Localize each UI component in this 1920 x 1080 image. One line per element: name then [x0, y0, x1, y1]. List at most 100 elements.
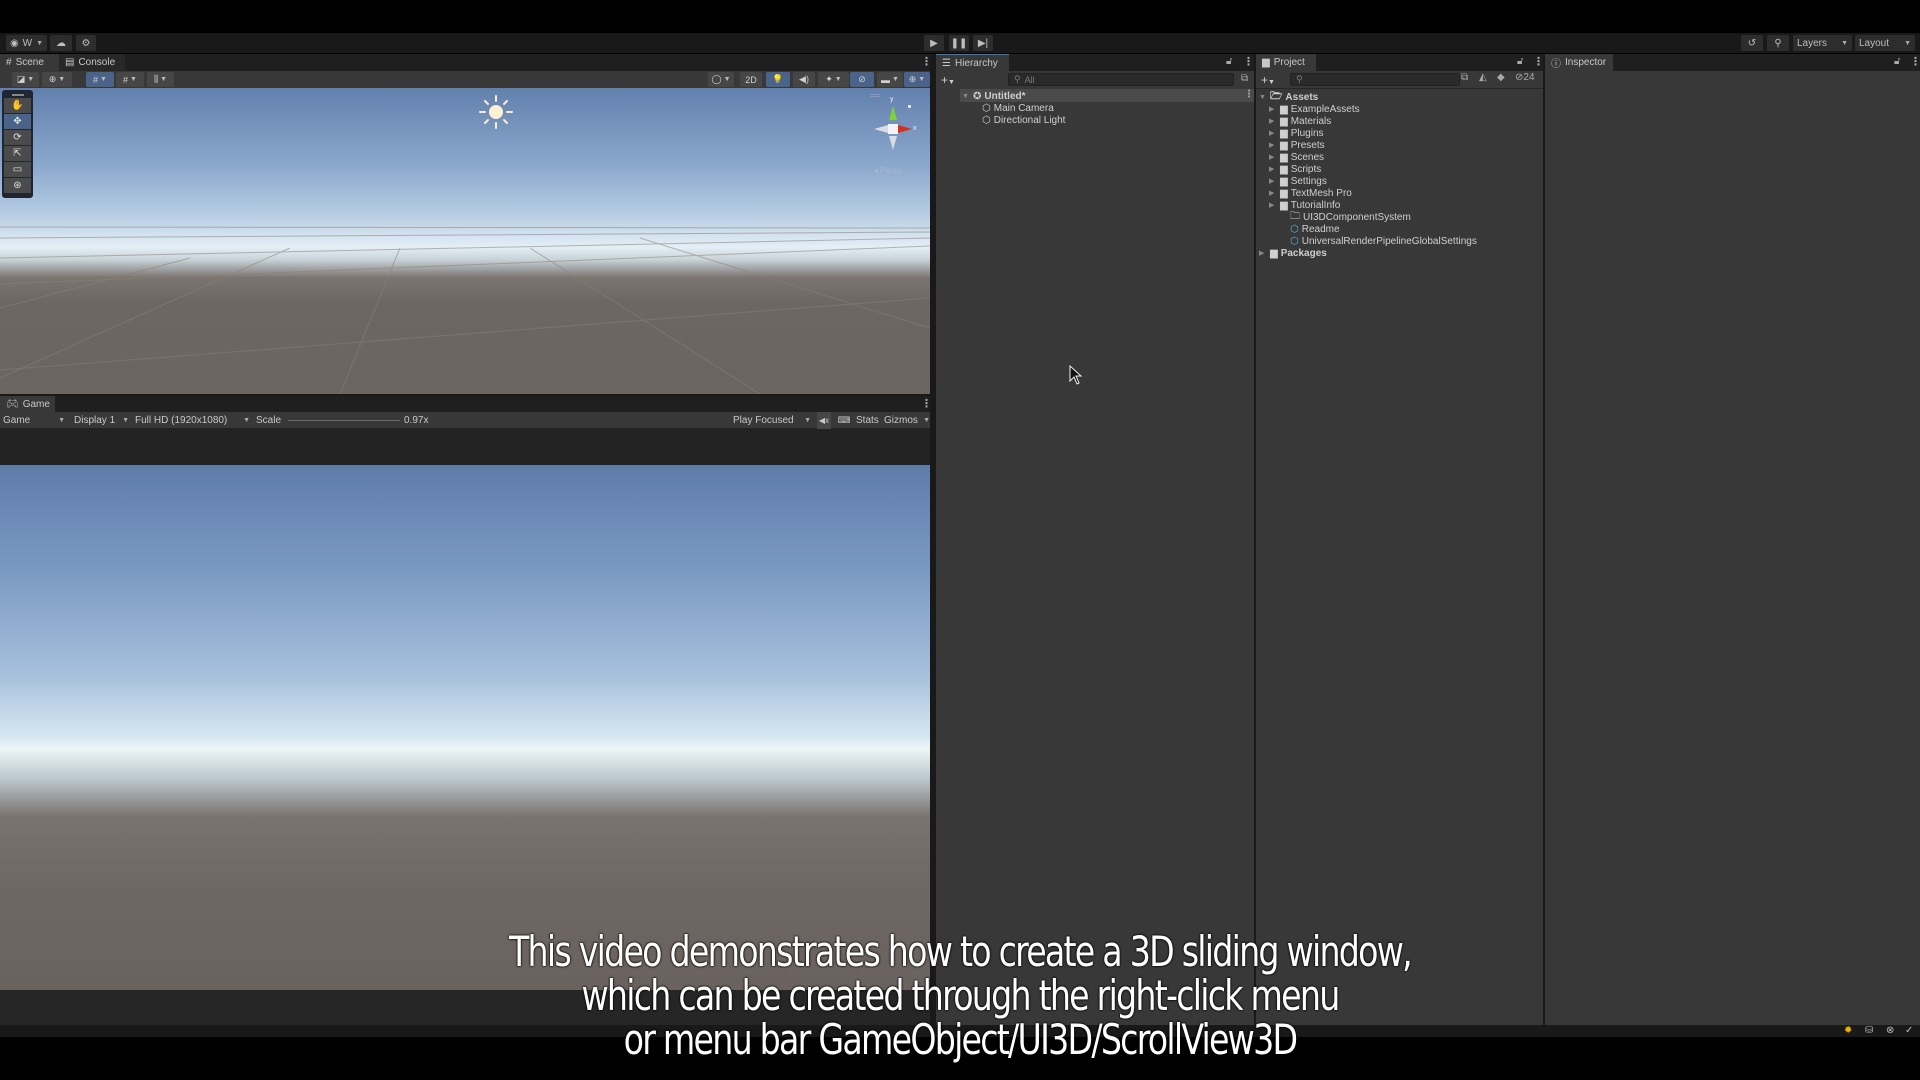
search-button[interactable]: ⚲ — [1767, 35, 1789, 51]
project-folder-presets[interactable]: ▶ ▆ Presets — [1269, 139, 1325, 151]
display-select[interactable]: Display 1 ▼ — [74, 412, 129, 429]
project-asset-readme[interactable]: ⬡ Readme — [1279, 223, 1340, 235]
orientation-gizmo[interactable]: y x ◂ Persp — [868, 94, 918, 175]
account-dropdown[interactable]: ◉ W ▼ — [6, 35, 47, 51]
expand-arrow-icon[interactable]: ▶ — [1259, 249, 1267, 257]
2d-toggle[interactable]: 2D — [740, 72, 762, 87]
layers-label: Layers — [1797, 37, 1828, 49]
gizmo-y-axis[interactable] — [889, 106, 897, 120]
effects-dropdown[interactable]: ✦ ▼ — [818, 72, 849, 87]
expand-arrow-icon[interactable]: ▶ — [1269, 153, 1277, 161]
cloud-button[interactable]: ☁ — [50, 35, 72, 51]
transform-tool[interactable]: ⊛ — [4, 178, 31, 193]
game-mode-select[interactable]: Game ▼ — [3, 412, 65, 429]
project-folder-scenes[interactable]: ▶ ▆ Scenes — [1269, 151, 1324, 163]
expand-arrow-icon[interactable]: ▶ — [1269, 129, 1277, 137]
services-button[interactable]: ⚙ — [76, 35, 96, 51]
rotate-tool[interactable]: ⟳ — [4, 130, 31, 145]
project-folder-plugins[interactable]: ▶ ▆ Plugins — [1269, 127, 1324, 139]
play-mode-select[interactable]: Play Focused ▼ — [733, 412, 811, 429]
layers-dropdown[interactable]: Layers ▼ — [1793, 35, 1852, 51]
project-add-button[interactable]: +▼ — [1261, 73, 1275, 87]
lock-icon[interactable]: 🔓︎ — [1517, 56, 1523, 67]
scene-row-menu-icon[interactable]: ⋮ — [1244, 89, 1254, 100]
project-folder-ui3dcomponentsystem[interactable]: 🗀 UI3DComponentSystem — [1279, 211, 1411, 223]
scale-slider[interactable] — [288, 420, 400, 421]
lock-icon[interactable]: 🔓︎ — [1226, 56, 1232, 67]
scene-row-content[interactable]: ▼ ✪ Untitled* — [962, 90, 1026, 102]
hidden-packages-toggle[interactable]: ⊘24 — [1515, 72, 1535, 83]
project-folder-materials[interactable]: ▶ ▆ Materials — [1269, 115, 1331, 127]
expand-arrow-icon[interactable]: ▶ — [1269, 117, 1277, 125]
inspector-menu-icon[interactable]: ⋮ — [1910, 55, 1920, 68]
history-button[interactable]: ↺ — [1741, 35, 1763, 51]
resolution-select[interactable]: Full HD (1920x1080) ▼ — [135, 412, 250, 429]
expand-arrow-icon[interactable]: ▶ — [1269, 165, 1277, 173]
hierarchy-item-directional-light[interactable]: ⬡ Directional Light — [982, 114, 1065, 126]
projection-label[interactable]: ◂ Persp — [874, 166, 901, 175]
project-folder-tutorialinfo[interactable]: ▶ ▆ TutorialInfo — [1269, 199, 1340, 211]
global-local-dropdown[interactable]: ⊕ ▼ — [42, 72, 72, 87]
game-gizmos-dropdown[interactable]: Gizmos ▼ — [884, 412, 930, 429]
project-root-assets[interactable]: ▼ 🗁 Assets — [1259, 91, 1318, 103]
gizmos-dropdown[interactable]: ⊕ ▼ — [904, 72, 930, 87]
hierarchy-search-input[interactable]: ⚲ All — [1008, 73, 1234, 86]
search-by-type-button[interactable]: ⧉ — [1461, 72, 1468, 83]
hierarchy-menu-icon[interactable]: ⋮ — [1243, 55, 1254, 68]
align-dropdown[interactable]: ⫼ ▼ — [147, 72, 174, 87]
move-tool[interactable]: ✥ — [4, 114, 31, 129]
folder-label: Settings — [1290, 175, 1327, 187]
shortcuts-toggle[interactable]: ⌨ — [836, 412, 852, 429]
expand-arrow-icon[interactable]: ▶ — [1269, 177, 1277, 185]
gizmo-neg-y-axis[interactable] — [889, 136, 897, 150]
audio-toggle[interactable]: ◀) — [793, 72, 815, 87]
expand-arrow-icon[interactable]: ▶ — [1269, 189, 1277, 197]
pause-button[interactable]: ❚❚ — [949, 35, 969, 51]
expand-arrow-icon[interactable]: ▼ — [962, 93, 970, 100]
expand-arrow-icon[interactable]: ▶ — [1269, 105, 1277, 113]
play-button[interactable]: ▶ — [924, 35, 944, 51]
project-asset-urp-global-settings[interactable]: ⬡ UniversalRenderPipelineGlobalSettings — [1279, 235, 1477, 247]
increment-snap-dropdown[interactable]: # ▼ — [116, 72, 144, 87]
tab-console[interactable]: ▤ Console — [59, 54, 125, 71]
scene-visibility-button[interactable]: ⧉ — [1241, 73, 1248, 84]
hidden-objects-toggle[interactable]: ⊘ — [850, 72, 874, 87]
tab-inspector[interactable]: ⓘ Inspector — [1545, 54, 1613, 71]
expand-arrow-icon[interactable]: ▼ — [1259, 94, 1267, 101]
lock-icon[interactable]: 🔓︎ — [1894, 56, 1900, 67]
mute-audio-toggle[interactable]: ◀x — [817, 412, 831, 429]
hierarchy-item-main-camera[interactable]: ⬡ Main Camera — [982, 102, 1054, 114]
step-button[interactable]: ▶| — [973, 35, 993, 51]
grid-snap-dropdown[interactable]: # ▼ — [86, 72, 114, 87]
gizmo-center-cube[interactable] — [888, 124, 898, 134]
tab-project[interactable]: ▆ Project — [1256, 54, 1316, 71]
hierarchy-add-button[interactable]: +▼ — [941, 73, 955, 87]
tab-game[interactable]: 🎮︎ Game — [0, 396, 55, 413]
expand-arrow-icon[interactable]: ▶ — [1269, 201, 1277, 209]
stats-button[interactable]: Stats — [856, 412, 879, 429]
gizmo-neg-x-axis[interactable] — [874, 125, 888, 133]
tool-handle-dropdown[interactable]: ◪ ▼ — [12, 72, 39, 87]
layout-dropdown[interactable]: Layout ▼ — [1855, 35, 1915, 51]
scene-view[interactable]: ✋ ✥ ⟳ ⇱ ▭ ⊛ y x ◂ Persp — [0, 88, 930, 394]
rect-tool[interactable]: ▭ — [4, 162, 31, 177]
expand-arrow-icon[interactable]: ▶ — [1269, 141, 1277, 149]
project-folder-scripts[interactable]: ▶ ▆ Scripts — [1269, 163, 1321, 175]
tab-hierarchy[interactable]: ☰ Hierarchy — [936, 54, 1009, 71]
game-view[interactable] — [0, 465, 930, 990]
filter-by-label-button[interactable]: ◆ — [1497, 72, 1505, 83]
camera-dropdown[interactable]: ▬ ▼ — [877, 72, 903, 87]
lighting-toggle[interactable]: 💡 — [766, 72, 790, 87]
tab-scene[interactable]: # Scene — [0, 54, 59, 71]
project-folder-settings[interactable]: ▶ ▆ Settings — [1269, 175, 1327, 187]
scale-tool[interactable]: ⇱ — [4, 146, 31, 161]
gizmo-x-axis[interactable] — [898, 125, 912, 133]
project-search-input[interactable]: ⚲ — [1290, 73, 1460, 86]
project-folder-textmesh-pro[interactable]: ▶ ▆ TextMesh Pro — [1269, 187, 1352, 199]
project-folder-exampleassets[interactable]: ▶ ▆ ExampleAssets — [1269, 103, 1360, 115]
directional-light-sun-icon[interactable] — [478, 94, 514, 130]
hand-tool[interactable]: ✋ — [4, 98, 31, 113]
search-by-label-button[interactable]: ◭ — [1479, 72, 1487, 83]
project-root-packages[interactable]: ▶ ▆ Packages — [1259, 247, 1327, 259]
draw-mode-dropdown[interactable]: ◯ ▼ — [708, 72, 734, 87]
